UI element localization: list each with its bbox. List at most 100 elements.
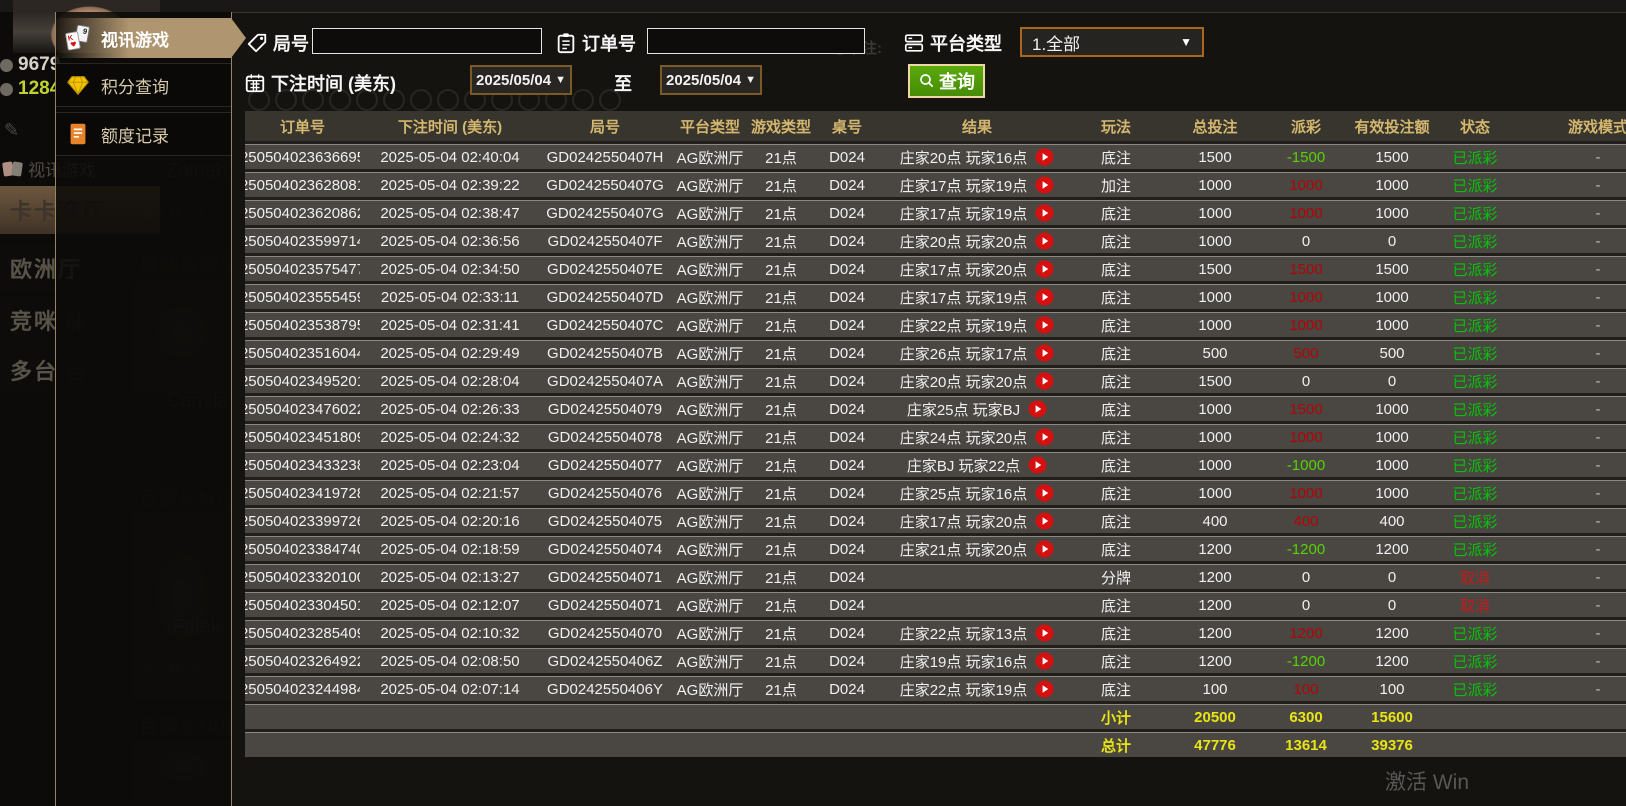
cell-order-id: 250504023599714 bbox=[245, 232, 360, 250]
cell-platform: AG欧洲厅 bbox=[676, 345, 744, 363]
menu-item-video-games[interactable]: 9 K 视讯游戏 bbox=[56, 18, 246, 58]
search-icon bbox=[920, 74, 934, 88]
cell-result: 庄家26点 玩家17点 bbox=[882, 341, 1072, 365]
search-button[interactable]: 查询 bbox=[908, 64, 985, 98]
cell-play-method: 底注 bbox=[1100, 681, 1131, 699]
cell-valid-bet: 0 bbox=[1387, 232, 1397, 250]
play-result-icon[interactable] bbox=[1035, 512, 1054, 530]
round-number-input[interactable] bbox=[312, 28, 542, 54]
calendar-icon bbox=[245, 74, 265, 93]
cell-empty bbox=[750, 705, 812, 729]
top-bar bbox=[0, 0, 1626, 12]
play-result-icon[interactable] bbox=[1035, 260, 1054, 278]
col-status: 状态 bbox=[1459, 118, 1490, 136]
cell-table-no: D024 bbox=[829, 512, 865, 530]
play-result-icon[interactable] bbox=[1035, 540, 1054, 558]
cell-order-id: 250504023555459 bbox=[245, 288, 360, 306]
play-result-icon[interactable] bbox=[1035, 652, 1054, 670]
cell-result: 庄家17点 玩家19点 bbox=[882, 285, 1072, 309]
play-result-icon[interactable] bbox=[1035, 344, 1054, 362]
cell-valid-bet: 1000 bbox=[1375, 204, 1409, 222]
platform-type-value: 1.全部 bbox=[1032, 34, 1081, 54]
play-result-icon[interactable] bbox=[1035, 372, 1054, 390]
cell-table-no: D024 bbox=[829, 596, 865, 614]
betting-records-screen: 9679 1284 ✎ 讠 视讯游戏 卡卡湾厅 欧洲厅 竞咪 多台 Zainab… bbox=[0, 0, 1626, 806]
cell-order-id: 250504023264922 bbox=[245, 652, 360, 670]
cell-round-id: GD0242550406Y bbox=[547, 680, 663, 698]
cell-order-id: 250504023538795 bbox=[245, 316, 360, 334]
cell-status: 已派彩 bbox=[1452, 233, 1498, 251]
cell-game-type: 21点 bbox=[765, 373, 797, 391]
diamond-icon bbox=[67, 76, 89, 96]
subtotal-row: 小计 20500 6300 15600 bbox=[245, 704, 1626, 729]
cell-game-mode: - bbox=[1595, 568, 1601, 586]
cell-game-type: 21点 bbox=[765, 317, 797, 335]
cell-play-method: 底注 bbox=[1100, 233, 1131, 251]
table-row: 250504023516044 2025-05-04 02:29:49 GD0242… bbox=[245, 340, 1626, 365]
cell-empty bbox=[750, 733, 812, 757]
play-result-icon[interactable] bbox=[1035, 288, 1054, 306]
menu-item-points-query[interactable]: 积分查询 bbox=[56, 63, 231, 107]
cell-valid-bet: 1000 bbox=[1375, 316, 1409, 334]
grand-total-row-payout: 13614 bbox=[1285, 736, 1327, 754]
betting-records-modal: 总下注: 局号 订单号 平台类型 bbox=[232, 12, 1626, 806]
cell-total-bet: 400 bbox=[1202, 512, 1228, 530]
cell-bet-time: 2025-05-04 02:08:50 bbox=[380, 652, 520, 670]
cell-platform: AG欧洲厅 bbox=[676, 653, 744, 671]
cell-platform: AG欧洲厅 bbox=[676, 597, 744, 615]
cell-payout: 1500 bbox=[1289, 400, 1323, 418]
play-result-icon[interactable] bbox=[1035, 484, 1054, 502]
cell-order-id: 250504023433238 bbox=[245, 456, 360, 474]
play-result-icon[interactable] bbox=[1035, 176, 1054, 194]
cell-status: 已派彩 bbox=[1452, 485, 1498, 503]
play-result-icon[interactable] bbox=[1035, 204, 1054, 222]
col-round-id: 局号 bbox=[589, 118, 620, 136]
cell-game-mode: - bbox=[1595, 540, 1601, 558]
cell-result: 庄家22点 玩家13点 bbox=[882, 621, 1072, 645]
cell-table-no: D024 bbox=[829, 372, 865, 390]
cell-platform: AG欧洲厅 bbox=[676, 317, 744, 335]
result-text: 庄家20点 玩家20点 bbox=[899, 233, 1028, 251]
cell-result: 庄家25点 玩家BJ bbox=[882, 397, 1072, 421]
order-number-input[interactable] bbox=[647, 28, 865, 54]
play-result-icon[interactable] bbox=[1035, 428, 1054, 446]
play-result-icon[interactable] bbox=[1028, 456, 1047, 474]
table-row: 250504023244984 2025-05-04 02:07:14 GD0242… bbox=[245, 676, 1626, 701]
cell-platform: AG欧洲厅 bbox=[676, 373, 744, 391]
cell-round-id: GD02425504076 bbox=[547, 484, 663, 502]
play-result-icon[interactable] bbox=[1035, 148, 1054, 166]
bet-time-label: 下注时间 (美东) bbox=[244, 70, 396, 96]
cell-platform: AG欧洲厅 bbox=[676, 485, 744, 503]
cell-valid-bet: 1500 bbox=[1375, 260, 1409, 278]
cell-payout: -1000 bbox=[1286, 456, 1326, 474]
result-text: 庄家24点 玩家20点 bbox=[899, 429, 1028, 447]
cell-payout: 400 bbox=[1293, 512, 1319, 530]
menu-item-quota-records[interactable]: 额度记录 bbox=[56, 112, 231, 156]
result-text: 庄家19点 玩家16点 bbox=[899, 653, 1028, 671]
date-to-picker[interactable]: 2025/05/04 ▼ bbox=[660, 65, 762, 95]
menu-item-label: 额度记录 bbox=[101, 126, 169, 146]
cell-empty bbox=[245, 705, 360, 729]
table-body: 250504023636695 2025-05-04 02:40:04 GD0242… bbox=[245, 144, 1626, 757]
platform-type-select[interactable]: 1.全部 ▼ bbox=[1020, 27, 1204, 57]
play-result-icon[interactable] bbox=[1035, 680, 1054, 698]
play-result-icon[interactable] bbox=[1035, 316, 1054, 334]
balance-secondary: 1284 bbox=[0, 78, 60, 100]
cell-total-bet: 1000 bbox=[1198, 204, 1232, 222]
cell-play-method: 底注 bbox=[1100, 317, 1131, 335]
cell-round-id: GD02425504078 bbox=[547, 428, 663, 446]
cell-valid-bet: 1500 bbox=[1375, 148, 1409, 166]
play-result-icon[interactable] bbox=[1028, 400, 1047, 418]
cell-play-method: 底注 bbox=[1100, 261, 1131, 279]
date-from-picker[interactable]: 2025/05/04 ▼ bbox=[470, 65, 572, 95]
cell-payout: 1000 bbox=[1289, 176, 1323, 194]
cell-round-id: GD0242550407G bbox=[546, 176, 664, 194]
cell-payout: -1200 bbox=[1286, 540, 1326, 558]
play-result-icon[interactable] bbox=[1035, 624, 1054, 642]
play-result-icon[interactable] bbox=[1035, 232, 1054, 250]
cell-play-method: 加注 bbox=[1100, 177, 1131, 195]
col-platform: 平台类型 bbox=[679, 118, 740, 136]
cell-table-no: D024 bbox=[829, 288, 865, 306]
cell-game-mode: - bbox=[1595, 596, 1601, 614]
cell-game-type: 21点 bbox=[765, 261, 797, 279]
